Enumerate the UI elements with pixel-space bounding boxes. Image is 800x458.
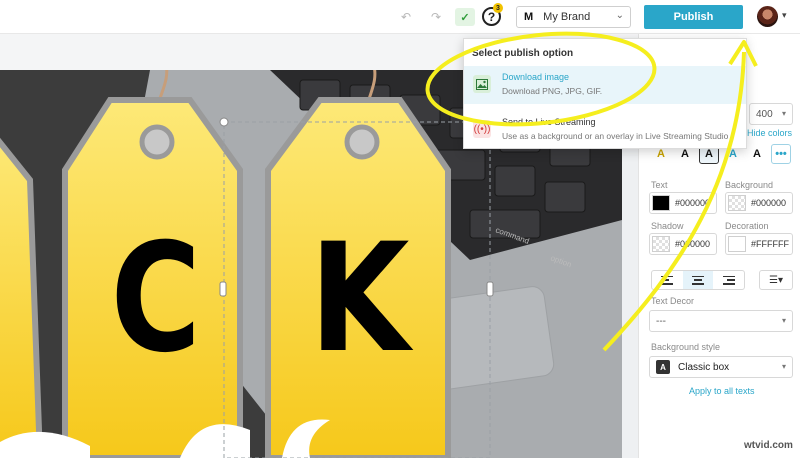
annotation-overlay: [425, 31, 758, 352]
pointer-arrow: [602, 51, 746, 352]
highlight-circle: [425, 31, 657, 127]
watermark: wtvid.com: [744, 440, 793, 451]
